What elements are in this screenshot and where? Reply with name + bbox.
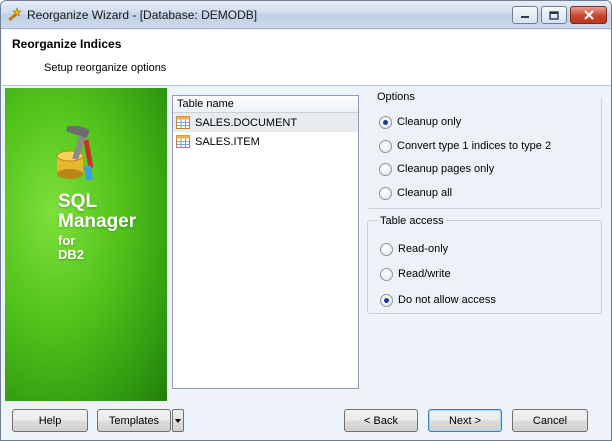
radio-cleanup-only[interactable]: Cleanup only — [379, 114, 461, 130]
templates-button[interactable]: Templates — [97, 409, 171, 432]
radio-button[interactable] — [380, 267, 393, 281]
help-button[interactable]: Help — [12, 409, 88, 432]
radio-read-only[interactable]: Read-only — [380, 241, 448, 257]
window-title: Reorganize Wizard - [Database: DEMODB] — [27, 8, 258, 22]
wizard-wand-icon — [8, 7, 22, 22]
radio-button[interactable] — [380, 242, 393, 256]
close-icon — [583, 10, 594, 20]
radio-convert-type1-to-type2[interactable]: Convert type 1 indices to type 2 — [379, 138, 551, 154]
page-subtitle: Setup reorganize options — [44, 62, 167, 74]
maximize-icon — [549, 10, 559, 20]
product-name: SQL Manager for DB2 — [58, 191, 137, 262]
table-icon — [176, 135, 190, 148]
radio-button[interactable] — [380, 293, 393, 307]
radio-do-not-allow-access[interactable]: Do not allow access — [380, 292, 496, 308]
wizard-header: Reorganize Indices Setup reorganize opti… — [2, 30, 611, 86]
product-banner: SQL Manager for DB2 — [5, 88, 167, 401]
page-title: Reorganize Indices — [12, 37, 122, 51]
radio-button[interactable] — [379, 115, 392, 129]
maximize-button[interactable] — [541, 6, 567, 24]
radio-button[interactable] — [379, 186, 392, 200]
options-group-title: Options — [377, 91, 415, 103]
templates-dropdown-button[interactable] — [172, 409, 184, 432]
cancel-button[interactable]: Cancel — [512, 409, 588, 432]
table-access-group-title: Table access — [378, 215, 446, 227]
wizard-window: Reorganize Wizard - [Database: DEMODB] R… — [0, 0, 612, 441]
title-bar[interactable]: Reorganize Wizard - [Database: DEMODB] — [1, 1, 611, 29]
back-button[interactable]: < Back — [344, 409, 418, 432]
table-row[interactable]: SALES.DOCUMENT — [173, 113, 358, 132]
radio-button[interactable] — [379, 162, 392, 176]
next-button[interactable]: Next > — [428, 409, 502, 432]
radio-button[interactable] — [379, 139, 392, 153]
table-icon — [176, 116, 190, 129]
minimize-button[interactable] — [512, 6, 538, 24]
column-header-table-name[interactable]: Table name — [173, 96, 358, 113]
table-row[interactable]: SALES.ITEM — [173, 132, 358, 151]
table-row-label: SALES.DOCUMENT — [195, 116, 298, 129]
table-row-label: SALES.ITEM — [195, 135, 260, 148]
db-tools-logo-icon — [56, 126, 94, 181]
minimize-icon — [521, 16, 529, 18]
close-button[interactable] — [570, 6, 607, 24]
table-list[interactable]: Table name SALES.DOCUMENT SALES.ITEM — [172, 95, 359, 389]
chevron-down-icon — [175, 418, 181, 423]
radio-cleanup-pages-only[interactable]: Cleanup pages only — [379, 161, 494, 177]
radio-read-write[interactable]: Read/write — [380, 266, 451, 282]
radio-cleanup-all[interactable]: Cleanup all — [379, 185, 452, 201]
table-access-group: Table access Read-only Read/write Do not… — [367, 215, 602, 314]
options-group: Options Cleanup only Convert type 1 indi… — [367, 91, 602, 209]
